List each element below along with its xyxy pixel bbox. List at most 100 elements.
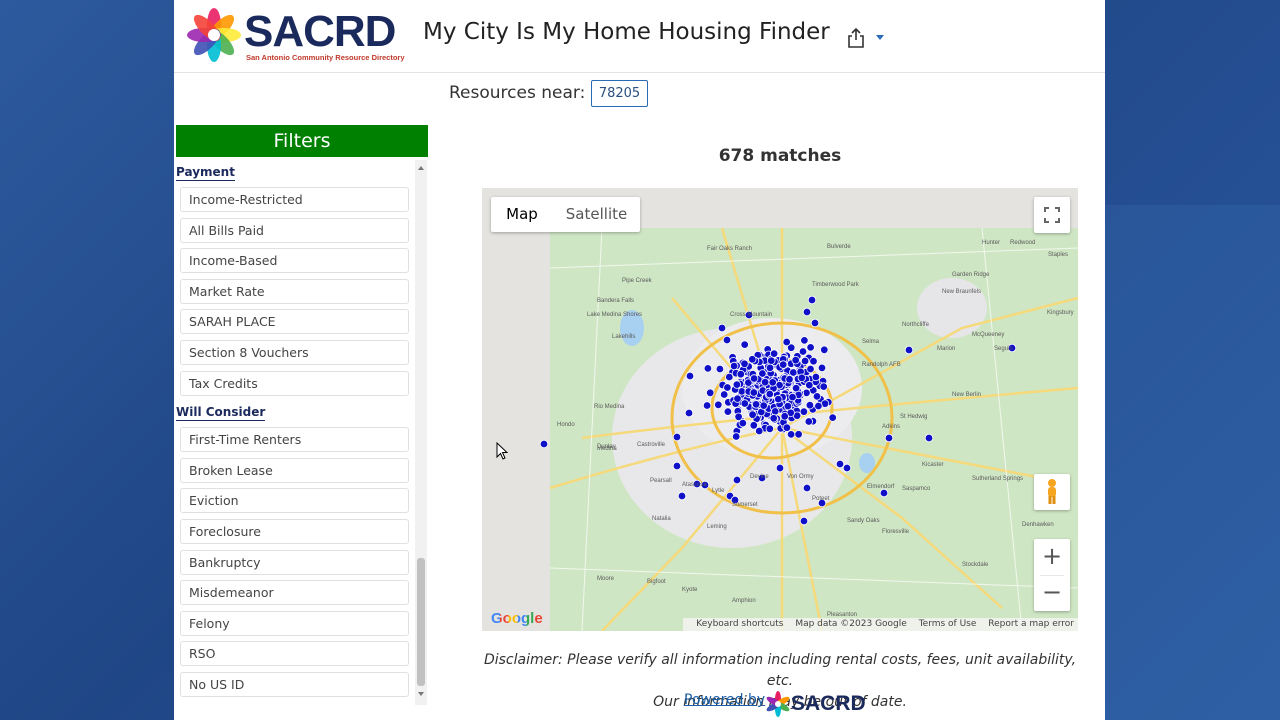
map-marker[interactable] <box>751 400 761 409</box>
map-marker[interactable] <box>748 355 757 364</box>
filters-scrollbar[interactable] <box>415 160 427 705</box>
filter-rso[interactable]: RSO <box>180 641 409 666</box>
map-marker[interactable] <box>802 483 812 493</box>
map-marker[interactable] <box>884 433 894 443</box>
map-marker[interactable] <box>806 343 815 352</box>
keyboard-shortcuts-link[interactable]: Keyboard shortcuts <box>696 619 783 629</box>
map-marker[interactable] <box>817 363 827 373</box>
terms-of-use-link[interactable]: Terms of Use <box>919 619 977 629</box>
map-marker[interactable] <box>812 392 822 401</box>
map-marker[interactable] <box>672 461 682 471</box>
map-marker[interactable] <box>782 337 791 347</box>
map-marker[interactable] <box>729 361 739 371</box>
fullscreen-button[interactable] <box>1034 197 1070 233</box>
map-marker[interactable] <box>723 407 733 416</box>
map-marker[interactable] <box>765 424 774 433</box>
filter-broken-lease[interactable]: Broken Lease <box>180 458 409 483</box>
map-marker[interactable] <box>842 463 852 473</box>
map-marker[interactable] <box>807 295 817 305</box>
map-marker[interactable] <box>780 412 789 421</box>
filter-all-bills-paid[interactable]: All Bills Paid <box>180 218 409 243</box>
map-marker[interactable] <box>749 374 759 383</box>
map-type-map-button[interactable]: Map <box>491 197 553 232</box>
map-marker[interactable] <box>814 401 823 411</box>
map-marker[interactable] <box>799 516 809 526</box>
map-marker[interactable] <box>820 345 829 354</box>
map-marker[interactable] <box>794 430 803 439</box>
map-marker[interactable] <box>539 439 549 449</box>
map-marker[interactable] <box>809 356 818 366</box>
filter-foreclosure[interactable]: Foreclosure <box>180 519 409 544</box>
map-marker[interactable] <box>774 394 783 404</box>
filter-section-8-vouchers[interactable]: Section 8 Vouchers <box>180 340 409 365</box>
filter-sarah-place[interactable]: SARAH PLACE <box>180 309 409 334</box>
map-marker[interactable] <box>791 355 800 365</box>
filter-income-based[interactable]: Income-Based <box>180 248 409 273</box>
filter-misdemeanor[interactable]: Misdemeanor <box>180 580 409 605</box>
chevron-down-icon[interactable] <box>876 35 884 40</box>
powered-by-link[interactable]: Powered by <box>684 692 765 708</box>
map-marker[interactable] <box>758 369 767 378</box>
map-marker[interactable] <box>765 363 775 373</box>
map-marker[interactable] <box>731 432 741 441</box>
google-logo[interactable]: Google <box>491 610 543 627</box>
filter-market-rate[interactable]: Market Rate <box>180 279 409 304</box>
map-marker[interactable] <box>767 356 776 365</box>
map-marker[interactable] <box>798 347 808 356</box>
map-marker[interactable] <box>736 369 745 379</box>
map-marker[interactable] <box>779 360 788 369</box>
map-marker[interactable] <box>733 394 742 403</box>
powered-by-sacrd-logo[interactable]: SACRD <box>766 690 876 720</box>
map-marker[interactable] <box>791 383 801 393</box>
map-marker[interactable] <box>810 318 820 328</box>
zip-code-input[interactable]: 78205 <box>591 80 648 107</box>
filter-eviction[interactable]: Eviction <box>180 488 409 513</box>
map-marker[interactable] <box>677 491 687 501</box>
map-marker[interactable] <box>719 390 729 399</box>
map-marker[interactable] <box>760 377 770 387</box>
scroll-up-icon[interactable] <box>418 166 424 170</box>
map-marker[interactable] <box>715 364 725 374</box>
map-marker[interactable] <box>740 359 749 368</box>
map-marker[interactable] <box>819 382 828 391</box>
map-marker[interactable] <box>879 488 889 498</box>
map-marker[interactable] <box>775 463 785 473</box>
map-marker[interactable] <box>732 380 742 389</box>
map-marker[interactable] <box>835 459 845 469</box>
map-marker[interactable] <box>723 383 732 392</box>
map-marker[interactable] <box>771 407 780 416</box>
map-marker[interactable] <box>717 323 727 333</box>
map-marker[interactable] <box>748 410 757 419</box>
map[interactable]: Hunter Redwood Bulverde Staples Fair Oaks Ra… <box>482 188 1078 631</box>
map-marker[interactable] <box>786 430 796 439</box>
zoom-out-button[interactable]: − <box>1034 575 1070 611</box>
map-marker[interactable] <box>802 307 812 317</box>
map-marker[interactable] <box>759 401 768 410</box>
sacrd-logo[interactable]: SACRD San Antonio Community Resource Dir… <box>186 6 411 64</box>
map-marker[interactable] <box>782 423 792 432</box>
share-icon[interactable] <box>846 27 866 49</box>
map-canvas[interactable]: Hunter Redwood Bulverde Staples Fair Oaks Ra… <box>482 188 1078 631</box>
map-marker[interactable] <box>769 349 779 358</box>
map-marker[interactable] <box>684 408 694 418</box>
map-marker[interactable] <box>785 375 794 384</box>
map-marker[interactable] <box>672 432 682 442</box>
map-marker[interactable] <box>714 400 723 409</box>
map-marker[interactable] <box>734 412 743 421</box>
map-marker[interactable] <box>805 380 814 390</box>
filter-first-time-renters[interactable]: First-Time Renters <box>180 427 409 452</box>
scroll-down-icon[interactable] <box>418 692 424 696</box>
map-marker[interactable] <box>924 433 934 443</box>
zoom-in-button[interactable]: + <box>1034 539 1070 575</box>
map-marker[interactable] <box>768 378 777 387</box>
map-marker[interactable] <box>685 371 695 381</box>
map-marker[interactable] <box>732 475 742 485</box>
map-marker[interactable] <box>800 336 809 345</box>
map-marker[interactable] <box>702 401 712 410</box>
map-marker[interactable] <box>806 364 815 374</box>
street-view-button[interactable] <box>1034 474 1070 510</box>
map-marker[interactable] <box>828 413 837 422</box>
map-marker[interactable] <box>705 388 715 397</box>
map-marker[interactable] <box>783 401 793 411</box>
map-marker[interactable] <box>904 345 914 355</box>
